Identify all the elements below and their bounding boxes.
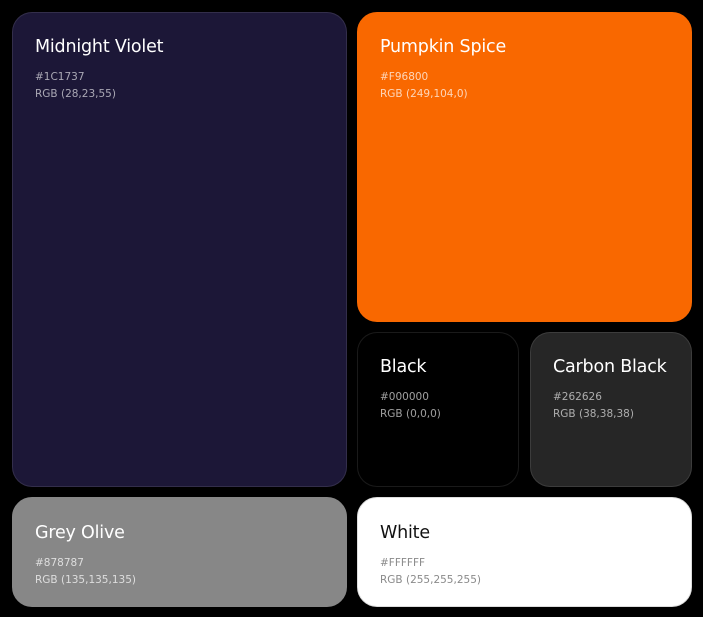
swatch-hex: #878787 [35,557,84,569]
swatch-hex: #262626 [553,391,602,403]
swatch-rgb: RGB (135,135,135) [35,574,136,586]
swatch-hex: #FFFFFF [380,557,426,569]
swatch-pumpkin-spice[interactable]: Pumpkin Spice #F96800 RGB (249,104,0) [357,12,692,322]
swatch-name: Black [380,357,427,377]
swatch-white[interactable]: White #FFFFFF RGB (255,255,255) [357,497,692,607]
swatch-name: Pumpkin Spice [380,37,507,57]
swatch-hex: #F96800 [380,71,429,83]
swatch-rgb: RGB (0,0,0) [380,408,441,420]
swatch-name: Grey Olive [35,523,125,543]
swatch-name: Midnight Violet [35,37,164,57]
swatch-grey-olive[interactable]: Grey Olive #878787 RGB (135,135,135) [12,497,347,607]
swatch-midnight-violet[interactable]: Midnight Violet #1C1737 RGB (28,23,55) [12,12,347,487]
swatch-carbon-black[interactable]: Carbon Black #262626 RGB (38,38,38) [530,332,692,487]
swatch-rgb: RGB (28,23,55) [35,88,116,100]
swatch-name: Carbon Black [553,357,667,377]
swatch-name: White [380,523,430,543]
swatch-black[interactable]: Black #000000 RGB (0,0,0) [357,332,519,487]
swatch-hex: #1C1737 [35,71,85,83]
swatch-hex: #000000 [380,391,429,403]
swatch-rgb: RGB (255,255,255) [380,574,481,586]
swatch-rgb: RGB (38,38,38) [553,408,634,420]
swatch-rgb: RGB (249,104,0) [380,88,468,100]
